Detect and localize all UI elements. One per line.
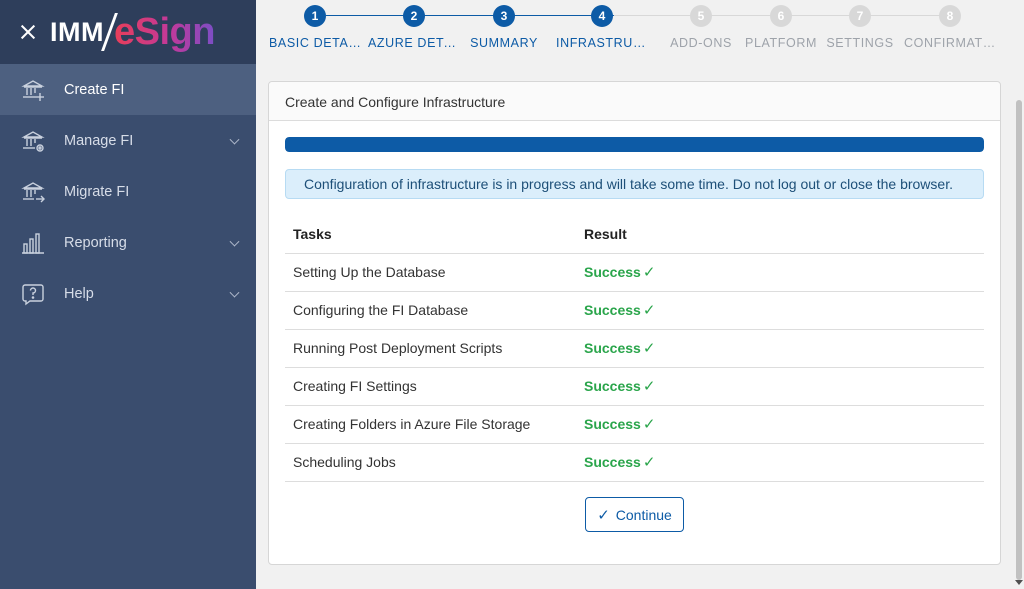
sidebar-header: IMM eSign [0, 0, 256, 64]
bank-migrate-icon [20, 179, 46, 205]
task-result: Success ✓ [576, 253, 984, 292]
check-icon: ✓ [597, 506, 610, 524]
table-row: Running Post Deployment Scripts Success ✓ [285, 329, 984, 368]
step-number: 4 [591, 5, 613, 27]
step-label: AZURE DETAILS [368, 36, 464, 50]
continue-label: Continue [615, 506, 672, 523]
check-icon: ✓ [642, 340, 656, 357]
task-result: Success ✓ [576, 443, 984, 482]
task-result: Success ✓ [576, 329, 984, 368]
step-number: 5 [690, 5, 712, 27]
step-number: 8 [939, 5, 961, 27]
check-icon: ✓ [642, 264, 656, 281]
task-name: Creating Folders in Azure File Storage [285, 405, 576, 444]
task-result: Success ✓ [576, 405, 984, 444]
logo-imm-text: IMM [50, 16, 104, 47]
bank-add-icon [20, 77, 46, 103]
sidebar-item-manage-fi[interactable]: Manage FI [0, 115, 256, 166]
imm-esign-logo: IMM eSign [50, 0, 215, 64]
check-icon: ✓ [642, 378, 656, 395]
card-title: Create and Configure Infrastructure [269, 82, 1000, 121]
column-header-tasks: Tasks [285, 215, 576, 254]
task-result: Success ✓ [576, 291, 984, 330]
step-number: 3 [493, 5, 515, 27]
sidebar-item-label: Help [64, 285, 94, 302]
task-name: Running Post Deployment Scripts [285, 329, 576, 368]
bank-settings-icon [20, 128, 46, 154]
step-settings: 7 SETTINGS [810, 5, 910, 50]
step-number: 7 [849, 5, 871, 27]
table-row: Configuring the FI Database Success ✓ [285, 291, 984, 330]
step-basic-details[interactable]: 1 BASIC DETAILS [265, 5, 365, 50]
column-header-result: Result [576, 215, 984, 254]
step-azure-details[interactable]: 2 AZURE DETAILS [364, 5, 464, 50]
chevron-down-icon[interactable] [229, 236, 240, 247]
tasks-table: Tasks Result Setting Up the Database Suc… [285, 215, 984, 482]
step-label: SUMMARY [470, 36, 538, 50]
progress-bar-fill [285, 137, 984, 152]
chevron-down-icon[interactable] [229, 134, 240, 145]
sidebar: IMM eSign Create FI Manage FI Migrate FI… [0, 0, 256, 589]
sidebar-item-help[interactable]: Help [0, 268, 256, 319]
sidebar-item-label: Manage FI [64, 132, 134, 149]
task-name: Scheduling Jobs [285, 443, 576, 482]
sidebar-item-create-fi[interactable]: Create FI [0, 64, 256, 115]
info-banner: Configuration of infrastructure is in pr… [285, 169, 984, 199]
continue-button[interactable]: ✓ Continue [585, 497, 684, 532]
sidebar-item-migrate-fi[interactable]: Migrate FI [0, 166, 256, 217]
step-number: 1 [304, 5, 326, 27]
result-status: Success [584, 416, 641, 432]
task-name: Setting Up the Database [285, 253, 576, 292]
scrollbar-thumb[interactable] [1016, 100, 1022, 580]
step-label: SETTINGS [826, 36, 894, 50]
sidebar-item-label: Create FI [64, 81, 125, 98]
step-label: BASIC DETAILS [269, 36, 365, 50]
bar-chart-icon [20, 230, 46, 256]
step-infrastructure[interactable]: 4 INFRASTRUCTURE [552, 5, 652, 50]
step-confirmation: 8 CONFIRMATION [900, 5, 1000, 50]
progress-bar [285, 137, 984, 152]
main-content: 1 BASIC DETAILS 2 AZURE DETAILS 3 SUMMAR… [256, 0, 1014, 589]
result-status: Success [584, 302, 641, 318]
check-icon: ✓ [642, 302, 656, 319]
question-icon [20, 281, 46, 307]
check-icon: ✓ [642, 454, 656, 471]
table-row: Scheduling Jobs Success ✓ [285, 443, 984, 482]
result-status: Success [584, 340, 641, 356]
result-status: Success [584, 264, 641, 280]
check-icon: ✓ [642, 416, 656, 433]
step-summary[interactable]: 3 SUMMARY [454, 5, 554, 50]
logo-esign-text: eSign [113, 10, 215, 53]
task-result: Success ✓ [576, 367, 984, 406]
page-scrollbar[interactable] [1014, 0, 1024, 589]
table-header-row: Tasks Result [285, 215, 984, 254]
table-row: Creating Folders in Azure File Storage S… [285, 405, 984, 444]
sidebar-item-label: Reporting [64, 234, 127, 251]
step-number: 2 [403, 5, 425, 27]
step-label: INFRASTRUCTURE [556, 36, 652, 50]
scroll-down-arrow-icon[interactable] [1015, 580, 1023, 585]
task-name: Creating FI Settings [285, 367, 576, 406]
step-label: CONFIRMATION [904, 36, 1000, 50]
task-name: Configuring the FI Database [285, 291, 576, 330]
close-icon[interactable] [18, 22, 38, 42]
chevron-down-icon[interactable] [229, 287, 240, 298]
sidebar-item-label: Migrate FI [64, 183, 130, 200]
step-number: 6 [770, 5, 792, 27]
infrastructure-card: Create and Configure Infrastructure Conf… [268, 81, 1001, 565]
sidebar-item-reporting[interactable]: Reporting [0, 217, 256, 268]
table-row: Setting Up the Database Success ✓ [285, 253, 984, 292]
table-row: Creating FI Settings Success ✓ [285, 367, 984, 406]
result-status: Success [584, 454, 641, 470]
result-status: Success [584, 378, 641, 394]
wizard-stepper: 1 BASIC DETAILS 2 AZURE DETAILS 3 SUMMAR… [256, 0, 1014, 66]
